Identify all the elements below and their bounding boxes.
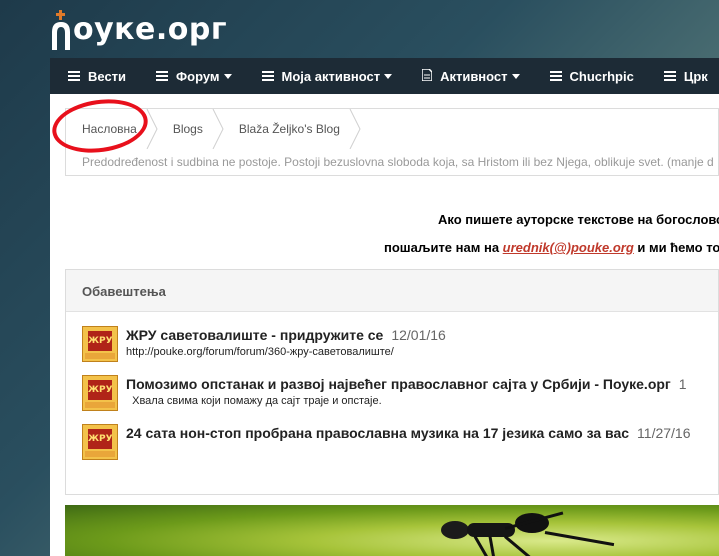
nav-label: Вести: [88, 68, 127, 84]
breadcrumb-label: Насловна: [82, 122, 137, 136]
chevron-separator-icon: [349, 109, 361, 149]
announcement-title[interactable]: 24 сата нон-стоп пробрана православна му…: [126, 425, 629, 441]
announcement-date: 1: [678, 376, 687, 392]
announcement-title[interactable]: Помозимо опстанак и развој највећег прав…: [126, 376, 671, 392]
hamburger-icon: [663, 71, 676, 81]
announcements-heading: Обавештења: [66, 270, 718, 312]
announcement-item: ЖРУ ЖРУ саветовалиште - придружите се 12/…: [82, 326, 446, 362]
thumbnail-label: ЖРУ: [88, 380, 113, 400]
announcement-thumbnail: ЖРУ: [82, 326, 118, 362]
nav-label: Црк: [683, 68, 708, 84]
announcement-title[interactable]: ЖРУ саветовалиште - придружите се: [126, 327, 383, 343]
breadcrumb-label: Blaža Željko's Blog: [238, 122, 340, 136]
announcement-item: ЖРУ 24 сата нон-стоп пробрана православн…: [82, 424, 691, 460]
breadcrumb: Насловна Blogs Blaža Željko's Blog: [66, 109, 361, 149]
nav-label: Активност: [440, 68, 508, 84]
main-navbar: Вести Форум Моја активност Активност Chu…: [50, 58, 719, 94]
nav-item-vesti[interactable]: Вести: [50, 58, 138, 94]
nav-label: Моја активност: [281, 68, 381, 84]
promo-text: и ми ћемо то: [633, 240, 719, 255]
nav-item-activity[interactable]: Активност: [404, 58, 531, 94]
nav-item-forum[interactable]: Форум: [138, 58, 243, 94]
nav-label: Chucrhpic: [569, 68, 634, 84]
hamburger-icon: [549, 71, 562, 81]
site-logo-text: оуке.орг: [73, 12, 228, 47]
ant-head: [441, 521, 469, 539]
nav-item-church[interactable]: Црк: [646, 58, 719, 94]
announcement-date: 11/27/16: [637, 425, 691, 441]
promo-text: пошаљите нам на: [384, 240, 503, 255]
hamburger-icon: [156, 71, 169, 81]
caret-down-icon: [223, 73, 232, 79]
hamburger-icon: [68, 71, 80, 81]
caret-down-icon: [384, 73, 393, 79]
blog-description: Predodređenost i sudbina ne postoje. Pos…: [82, 155, 714, 169]
announcement-thumbnail: ЖРУ: [82, 375, 118, 411]
site-logo[interactable]: оуке.орг: [50, 6, 227, 50]
promo-line-1: Ако пишете ауторске текстове на богослов…: [438, 212, 719, 227]
breadcrumb-blogs[interactable]: Blogs: [157, 109, 224, 149]
breadcrumb-panel: Насловна Blogs Blaža Željko's Blog Predo…: [65, 108, 719, 176]
document-icon: [421, 67, 433, 84]
announcement-body: Хвала свима који помажу да сајт траје и …: [126, 395, 382, 407]
breadcrumb-label: Blogs: [172, 122, 203, 136]
main-content: Насловна Blogs Blaža Željko's Blog Predo…: [50, 94, 719, 556]
thumbnail-label: ЖРУ: [88, 429, 113, 449]
nav-item-my-activity[interactable]: Моја активност: [244, 58, 405, 94]
announcements-panel: Обавештења ЖРУ ЖРУ саветовалиште - придр…: [65, 269, 719, 495]
hamburger-icon: [261, 71, 274, 81]
site-header: оуке.орг: [0, 0, 719, 58]
breadcrumb-home[interactable]: Насловна: [66, 109, 158, 149]
nav-label: Форум: [176, 68, 220, 84]
thumbnail-label: ЖРУ: [88, 331, 113, 351]
editor-email-link[interactable]: urednik(@)pouke.org: [503, 240, 634, 255]
breadcrumb-user-blog[interactable]: Blaža Željko's Blog: [223, 109, 361, 149]
announcement-item: ЖРУ Помозимо опстанак и развој највећег …: [82, 375, 687, 411]
caret-down-icon: [511, 73, 520, 79]
announcement-body[interactable]: http://pouke.org/forum/forum/360-жру-сав…: [126, 346, 446, 358]
announcement-thumbnail: ЖРУ: [82, 424, 118, 460]
nav-item-chucrhpic[interactable]: Chucrhpic: [532, 58, 646, 94]
announcement-date: 12/01/16: [391, 327, 446, 343]
church-logo-icon: [50, 10, 72, 50]
promo-line-2: пошаљите нам на urednik(@)pouke.org и ми…: [384, 240, 719, 255]
ant-photo-banner: [65, 505, 719, 556]
